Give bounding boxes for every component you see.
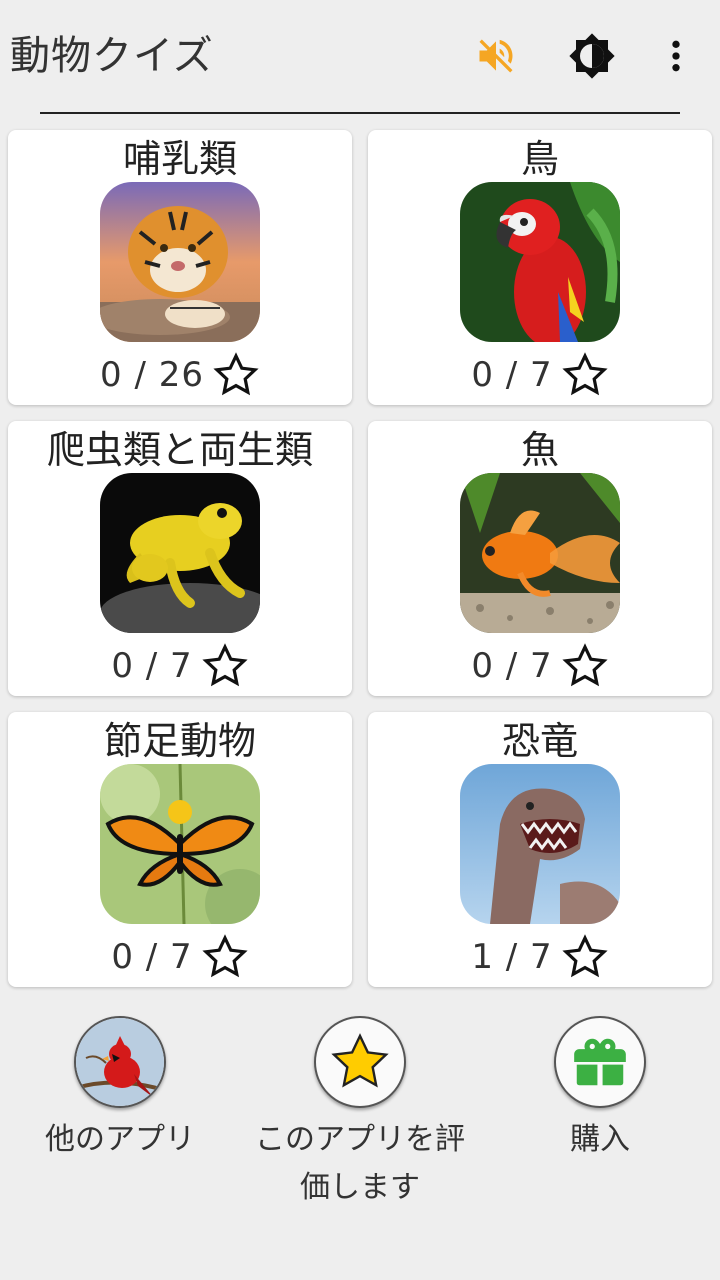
- purchase-button[interactable]: 購入: [480, 1016, 720, 1164]
- star-outline-icon: [202, 643, 248, 687]
- more-vert-icon: [672, 40, 680, 72]
- score-text: 0 / 7: [471, 646, 553, 686]
- score-text: 0 / 7: [471, 355, 553, 395]
- rate-app-label-line1: このアプリを評: [255, 1122, 465, 1157]
- header-divider: [40, 112, 680, 114]
- app-bar: 動物クイズ: [0, 0, 720, 112]
- rate-app-button[interactable]: このアプリを評 価します: [240, 1016, 480, 1212]
- overflow-menu-button[interactable]: [646, 26, 706, 86]
- star-outline-icon: [202, 934, 248, 978]
- star-outline-icon: [562, 352, 608, 396]
- rate-app-label-line2: 価します: [300, 1170, 420, 1205]
- theme-button[interactable]: [562, 26, 622, 86]
- category-card-dinosaurs[interactable]: 恐竜 1 / 7: [368, 712, 712, 987]
- category-card-fish[interactable]: 魚 0 / 7: [368, 421, 712, 696]
- category-title: 恐竜: [501, 719, 578, 763]
- category-card-birds[interactable]: 鳥 0 / 7: [368, 130, 712, 405]
- mute-button[interactable]: [466, 26, 526, 86]
- category-title: 爬虫類と両生類: [46, 428, 313, 472]
- card-footer: 0 / 7: [368, 641, 712, 691]
- card-footer: 0 / 7: [368, 350, 712, 400]
- tiger-image: [100, 182, 260, 342]
- card-footer: 0 / 7: [8, 932, 352, 982]
- other-apps-label: 他のアプリ: [45, 1122, 195, 1157]
- parrot-image: [460, 182, 620, 342]
- cardinal-icon: [74, 1016, 166, 1108]
- frog-image: [100, 473, 260, 633]
- score-text: 0 / 26: [100, 355, 204, 395]
- score-text: 1 / 7: [471, 937, 553, 977]
- purchase-label: 購入: [570, 1122, 630, 1157]
- category-title: 魚: [520, 428, 559, 472]
- rate-app-label: このアプリを評 価します: [240, 1116, 480, 1212]
- category-card-mammals[interactable]: 哺乳類 0 / 26: [8, 130, 352, 405]
- category-card-reptiles-amphibians[interactable]: 爬虫類と両生類 0 / 7: [8, 421, 352, 696]
- butterfly-image: [100, 764, 260, 924]
- card-footer: 0 / 26: [8, 350, 352, 400]
- app-title: 動物クイズ: [10, 33, 214, 79]
- score-text: 0 / 7: [111, 937, 193, 977]
- star-outline-icon: [562, 643, 608, 687]
- sound-muted-icon: [479, 39, 513, 73]
- category-card-arthropods[interactable]: 節足動物 0 / 7: [8, 712, 352, 987]
- card-footer: 1 / 7: [368, 932, 712, 982]
- card-footer: 0 / 7: [8, 641, 352, 691]
- gift-icon: [554, 1016, 646, 1108]
- category-title: 哺乳類: [122, 137, 237, 181]
- score-text: 0 / 7: [111, 646, 193, 686]
- category-title: 節足動物: [103, 719, 256, 763]
- goldfish-image: [460, 473, 620, 633]
- dinosaur-image: [460, 764, 620, 924]
- star-filled-icon: [314, 1016, 406, 1108]
- star-outline-icon: [213, 352, 259, 396]
- other-apps-button[interactable]: 他のアプリ: [0, 1016, 240, 1164]
- star-outline-icon: [562, 934, 608, 978]
- category-title: 鳥: [520, 137, 559, 181]
- brightness-icon: [569, 33, 615, 79]
